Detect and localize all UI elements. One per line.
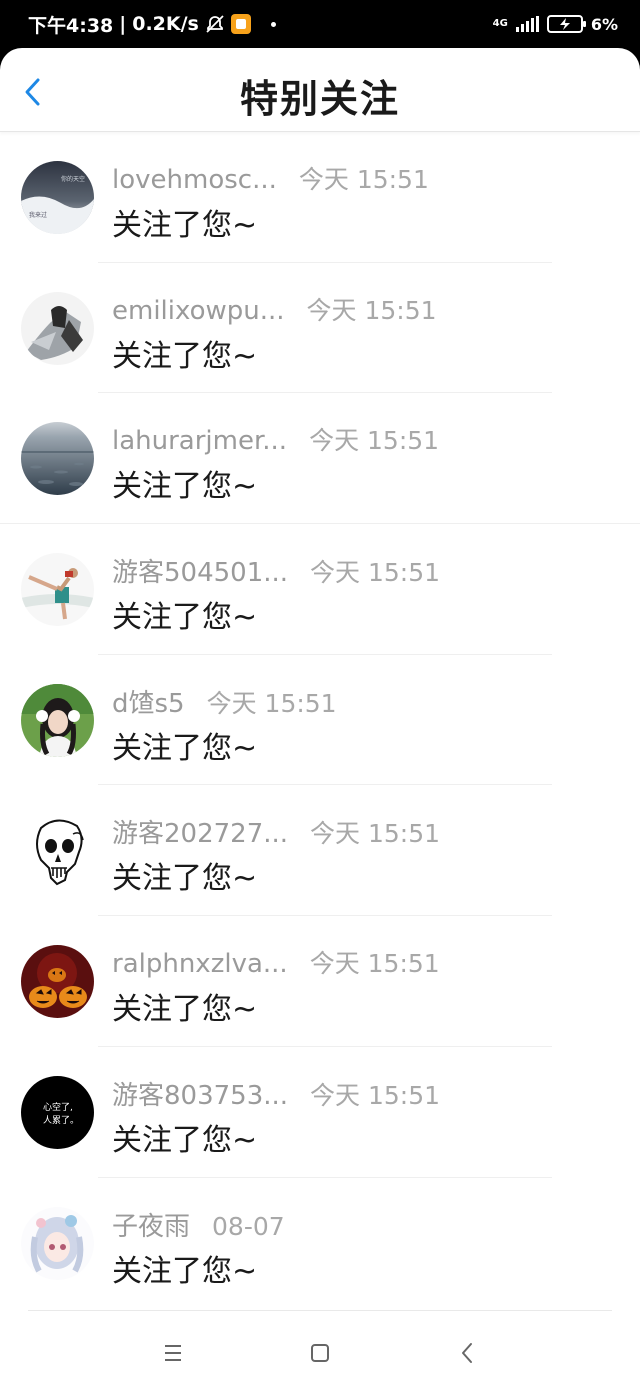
user-name[interactable]: d馇s5: [112, 683, 185, 720]
signal-icon: [515, 16, 539, 32]
user-name[interactable]: 游客504501...: [112, 552, 288, 589]
user-name[interactable]: lovehmosc...: [112, 165, 277, 195]
timestamp: 今天 15:51: [206, 688, 337, 718]
menu-icon[interactable]: [158, 1338, 188, 1368]
more-notifications-dot: [270, 21, 276, 27]
status-bar: 下午4:38 | 0.2K/s 4G 6%: [0, 0, 640, 48]
timestamp: 今天 15:51: [310, 1080, 441, 1110]
avatar-caption: 心空了,: [43, 1101, 73, 1113]
list-item[interactable]: 心空了, 人累了。 游客803753... 今天 15:51 关注了您~: [0, 1047, 640, 1178]
timestamp: 08-07: [212, 1211, 285, 1241]
list-item[interactable]: ralphnxzlva... 今天 15:51 关注了您~: [0, 916, 640, 1047]
timestamp: 今天 15:51: [309, 426, 440, 456]
list-item[interactable]: 游客202727... 今天 15:51 关注了您~: [0, 785, 640, 917]
divider: [28, 1310, 612, 1311]
network-type: 4G: [492, 18, 508, 29]
list-item[interactable]: lahurarjmer... 今天 15:51 关注了您~: [0, 393, 640, 525]
avatar[interactable]: [21, 1206, 94, 1280]
message-text: 关注了您~: [112, 730, 258, 766]
status-speed: 0.2K/s: [132, 13, 199, 35]
home-icon[interactable]: [305, 1338, 335, 1368]
avatar-caption: 我来过: [29, 211, 47, 219]
header: 特别关注: [0, 48, 640, 132]
avatar[interactable]: [21, 422, 94, 496]
timestamp: 今天 15:51: [298, 165, 429, 194]
back-icon[interactable]: [453, 1338, 483, 1368]
user-name[interactable]: 子夜雨: [112, 1206, 190, 1243]
list-item[interactable]: emilixowpu... 今天 15:51 关注了您~: [0, 263, 640, 394]
list-item[interactable]: 你的天空 我来过 lovehmosc... 今天 15:51 关注了您~: [0, 132, 640, 263]
user-name[interactable]: emilixowpu...: [112, 296, 285, 326]
avatar[interactable]: [21, 814, 94, 888]
avatar[interactable]: [21, 291, 94, 365]
message-text: 关注了您~: [112, 208, 258, 243]
avatar[interactable]: 你的天空 我来过: [21, 161, 94, 234]
avatar[interactable]: [21, 553, 94, 627]
status-time: 下午4:38: [28, 14, 114, 37]
user-name[interactable]: 游客202727...: [112, 813, 288, 850]
list-item[interactable]: 子夜雨 08-07 关注了您~: [0, 1178, 640, 1309]
message-text: 关注了您~: [112, 600, 258, 636]
list-item[interactable]: d馇s5 今天 15:51 关注了您~: [0, 655, 640, 786]
notification-app-icon: [230, 14, 251, 34]
app-screen: 特别关注 你的天空 我来过 lovehmosc... 今天 15:51 关注了您…: [0, 48, 640, 1387]
bell-off-icon: [206, 15, 224, 33]
message-text: 关注了您~: [112, 992, 258, 1028]
avatar[interactable]: 心空了, 人累了。: [21, 1075, 94, 1149]
page-title: 特别关注: [239, 77, 400, 121]
timestamp: 今天 15:51: [306, 295, 437, 325]
avatar-caption: 人累了。: [43, 1115, 79, 1126]
timestamp: 今天 15:51: [310, 558, 441, 588]
list-item[interactable]: 游客504501... 今天 15:51 关注了您~: [0, 524, 640, 655]
message-text: 关注了您~: [112, 1122, 258, 1158]
message-text: 关注了您~: [112, 469, 258, 505]
battery-icon: [546, 15, 586, 33]
user-name[interactable]: lahurarjmer...: [112, 426, 287, 456]
follow-list: 你的天空 我来过 lovehmosc... 今天 15:51 关注了您~ emi…: [0, 132, 640, 1308]
message-text: 关注了您~: [112, 338, 258, 374]
avatar-caption: 你的天空: [61, 175, 85, 183]
timestamp: 今天 15:51: [310, 819, 441, 849]
timestamp: 今天 15:51: [309, 949, 440, 979]
message-text: 关注了您~: [112, 861, 258, 897]
user-name[interactable]: 游客803753...: [112, 1075, 288, 1112]
avatar[interactable]: [21, 683, 94, 757]
system-navigation-bar: [0, 1318, 640, 1387]
avatar[interactable]: [21, 945, 94, 1019]
battery-level: 6%: [590, 14, 618, 34]
message-text: 关注了您~: [112, 1253, 258, 1289]
user-name[interactable]: ralphnxzlva...: [112, 949, 288, 979]
